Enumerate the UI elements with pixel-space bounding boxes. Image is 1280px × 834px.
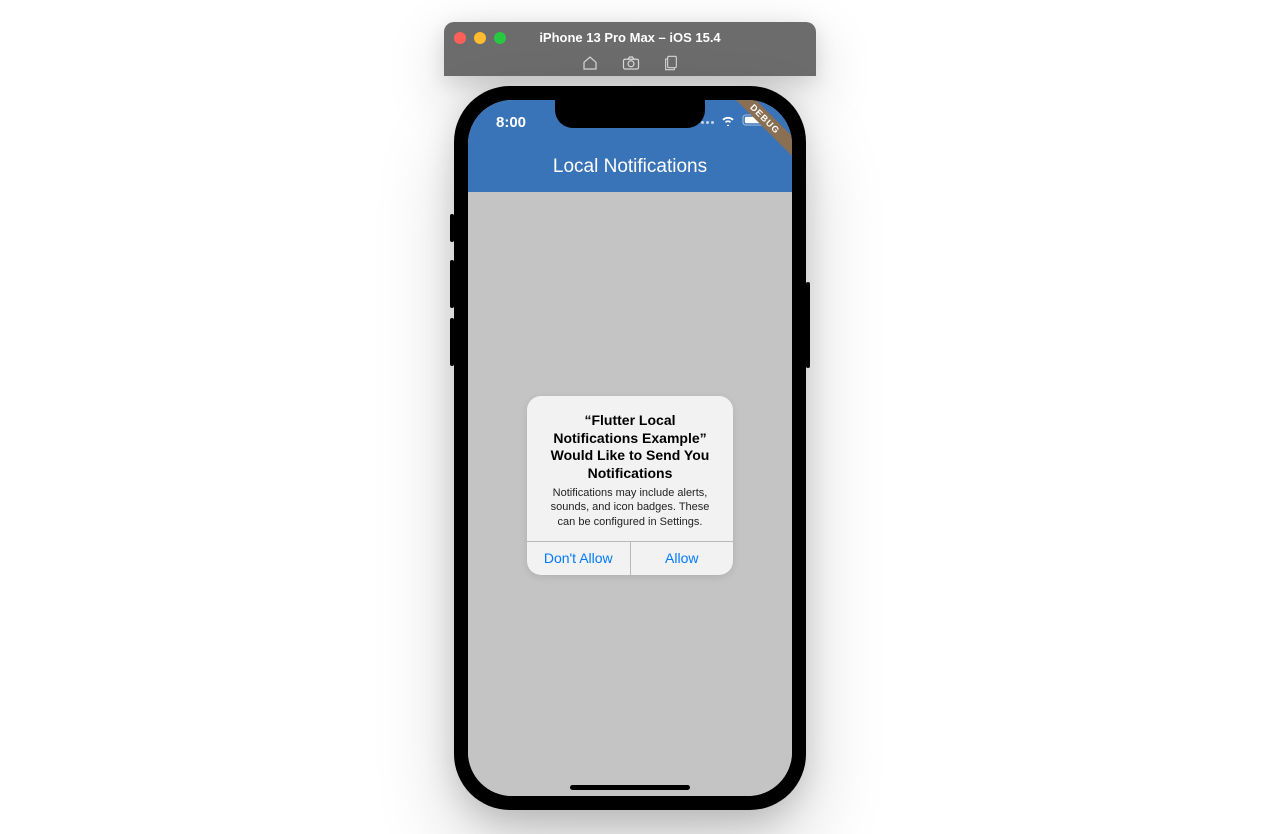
alert-title: “Flutter Local Notifications Example” Wo… [541,412,719,482]
home-icon[interactable] [582,55,598,71]
app-bar-title: Local Notifications [553,156,707,178]
notch [555,100,705,128]
device-frame: 8:00 [454,86,806,810]
status-time: 8:00 [496,114,526,131]
volume-up-button[interactable] [450,260,454,308]
mute-switch[interactable] [450,214,454,242]
allow-button[interactable]: Allow [630,542,734,575]
home-indicator[interactable] [570,785,690,790]
simulator-title: iPhone 13 Pro Max – iOS 15.4 [444,30,816,45]
dont-allow-button[interactable]: Don't Allow [527,542,630,575]
camera-icon[interactable] [622,56,640,70]
screen: 8:00 [468,100,792,796]
permission-alert: “Flutter Local Notifications Example” Wo… [527,396,733,575]
power-button[interactable] [806,282,810,368]
copy-icon[interactable] [664,55,678,71]
volume-down-button[interactable] [450,318,454,366]
alert-message: Notifications may include alerts, sounds… [541,486,719,529]
battery-icon [742,113,768,131]
simulator-titlebar: iPhone 13 Pro Max – iOS 15.4 [444,22,816,76]
wifi-icon [720,113,736,131]
